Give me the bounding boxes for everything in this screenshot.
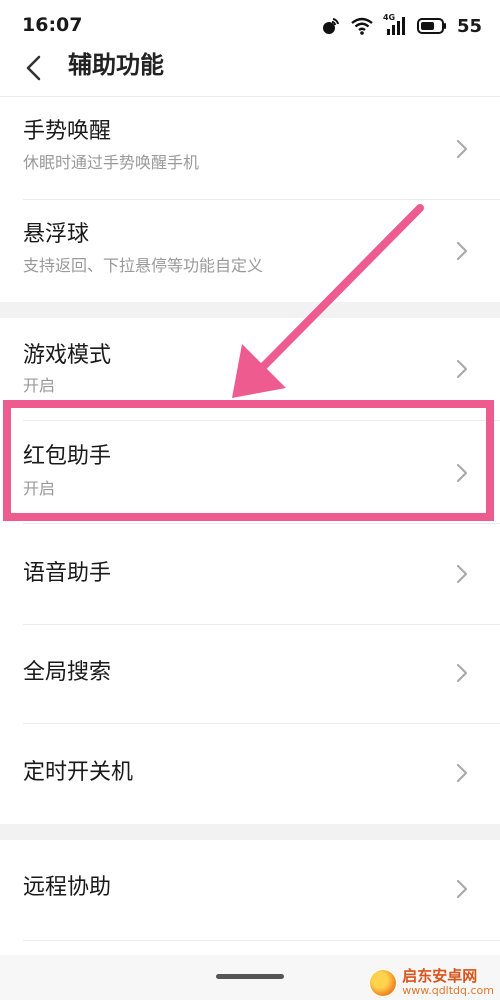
back-arrow-icon — [26, 55, 41, 81]
watermark: 启东安卓网 www.qdltdq.com — [368, 968, 494, 998]
settings-item-remote-assist[interactable]: 远程协助 — [0, 840, 500, 940]
page-title: 辅助功能 — [68, 51, 164, 79]
settings-item-title: 全局搜索 — [23, 660, 112, 685]
settings-item-gesture-wake[interactable]: 手势唤醒 休眠时通过手势唤醒手机 — [0, 97, 500, 199]
settings-item-title: 定时开关机 — [23, 760, 134, 785]
settings-item-title: 悬浮球 — [23, 222, 90, 247]
settings-item-subtitle: 开启 — [23, 479, 56, 498]
watermark-name: 启东安卓网 — [402, 967, 478, 986]
settings-item-global-search[interactable]: 全局搜索 — [0, 625, 500, 723]
settings-item-title: 红包助手 — [23, 444, 112, 469]
settings-item-title: 远程协助 — [23, 875, 112, 900]
battery-icon — [416, 18, 446, 34]
settings-item-game-mode[interactable]: 游戏模式 开启 — [0, 318, 500, 420]
settings-item-title: 游戏模式 — [23, 343, 112, 368]
settings-item-subtitle: 支持返回、下拉悬停等功能自定义 — [23, 256, 264, 275]
settings-item-red-packet-assistant[interactable]: 红包助手 开启 — [0, 421, 500, 523]
chevron-right-icon — [456, 463, 468, 483]
header: 辅助功能 — [0, 40, 500, 96]
back-button[interactable] — [14, 48, 52, 88]
home-indicator[interactable] — [216, 974, 284, 979]
chevron-right-icon — [456, 879, 468, 899]
settings-item-subtitle: 休眠时通过手势唤醒手机 — [23, 153, 200, 172]
chevron-right-icon — [456, 139, 468, 159]
watermark-url: www.qdltdq.com — [402, 984, 494, 998]
section-gap — [0, 824, 500, 840]
row-divider — [23, 940, 500, 941]
settings-item-title: 语音助手 — [23, 561, 112, 586]
battery-level: 55 — [456, 15, 482, 37]
nfc-icon — [322, 18, 339, 34]
chevron-right-icon — [456, 663, 468, 683]
cellular-signal-icon: 4G — [383, 13, 407, 36]
chevron-right-icon — [456, 241, 468, 261]
settings-item-subtitle: 开启 — [23, 376, 56, 395]
status-time: 16:07 — [22, 14, 83, 36]
watermark-logo-icon — [368, 968, 399, 998]
chevron-right-icon — [456, 564, 468, 584]
settings-item-floating-ball[interactable]: 悬浮球 支持返回、下拉悬停等功能自定义 — [0, 200, 500, 302]
section-gap — [0, 302, 500, 318]
status-icons: 4G 55 — [321, 12, 482, 40]
settings-item-scheduled-power[interactable]: 定时开关机 — [0, 724, 500, 824]
settings-item-voice-assistant[interactable]: 语音助手 — [0, 524, 500, 624]
wifi-icon — [351, 17, 373, 35]
chevron-right-icon — [456, 359, 468, 379]
settings-item-title: 手势唤醒 — [23, 119, 112, 144]
chevron-right-icon — [456, 763, 468, 783]
